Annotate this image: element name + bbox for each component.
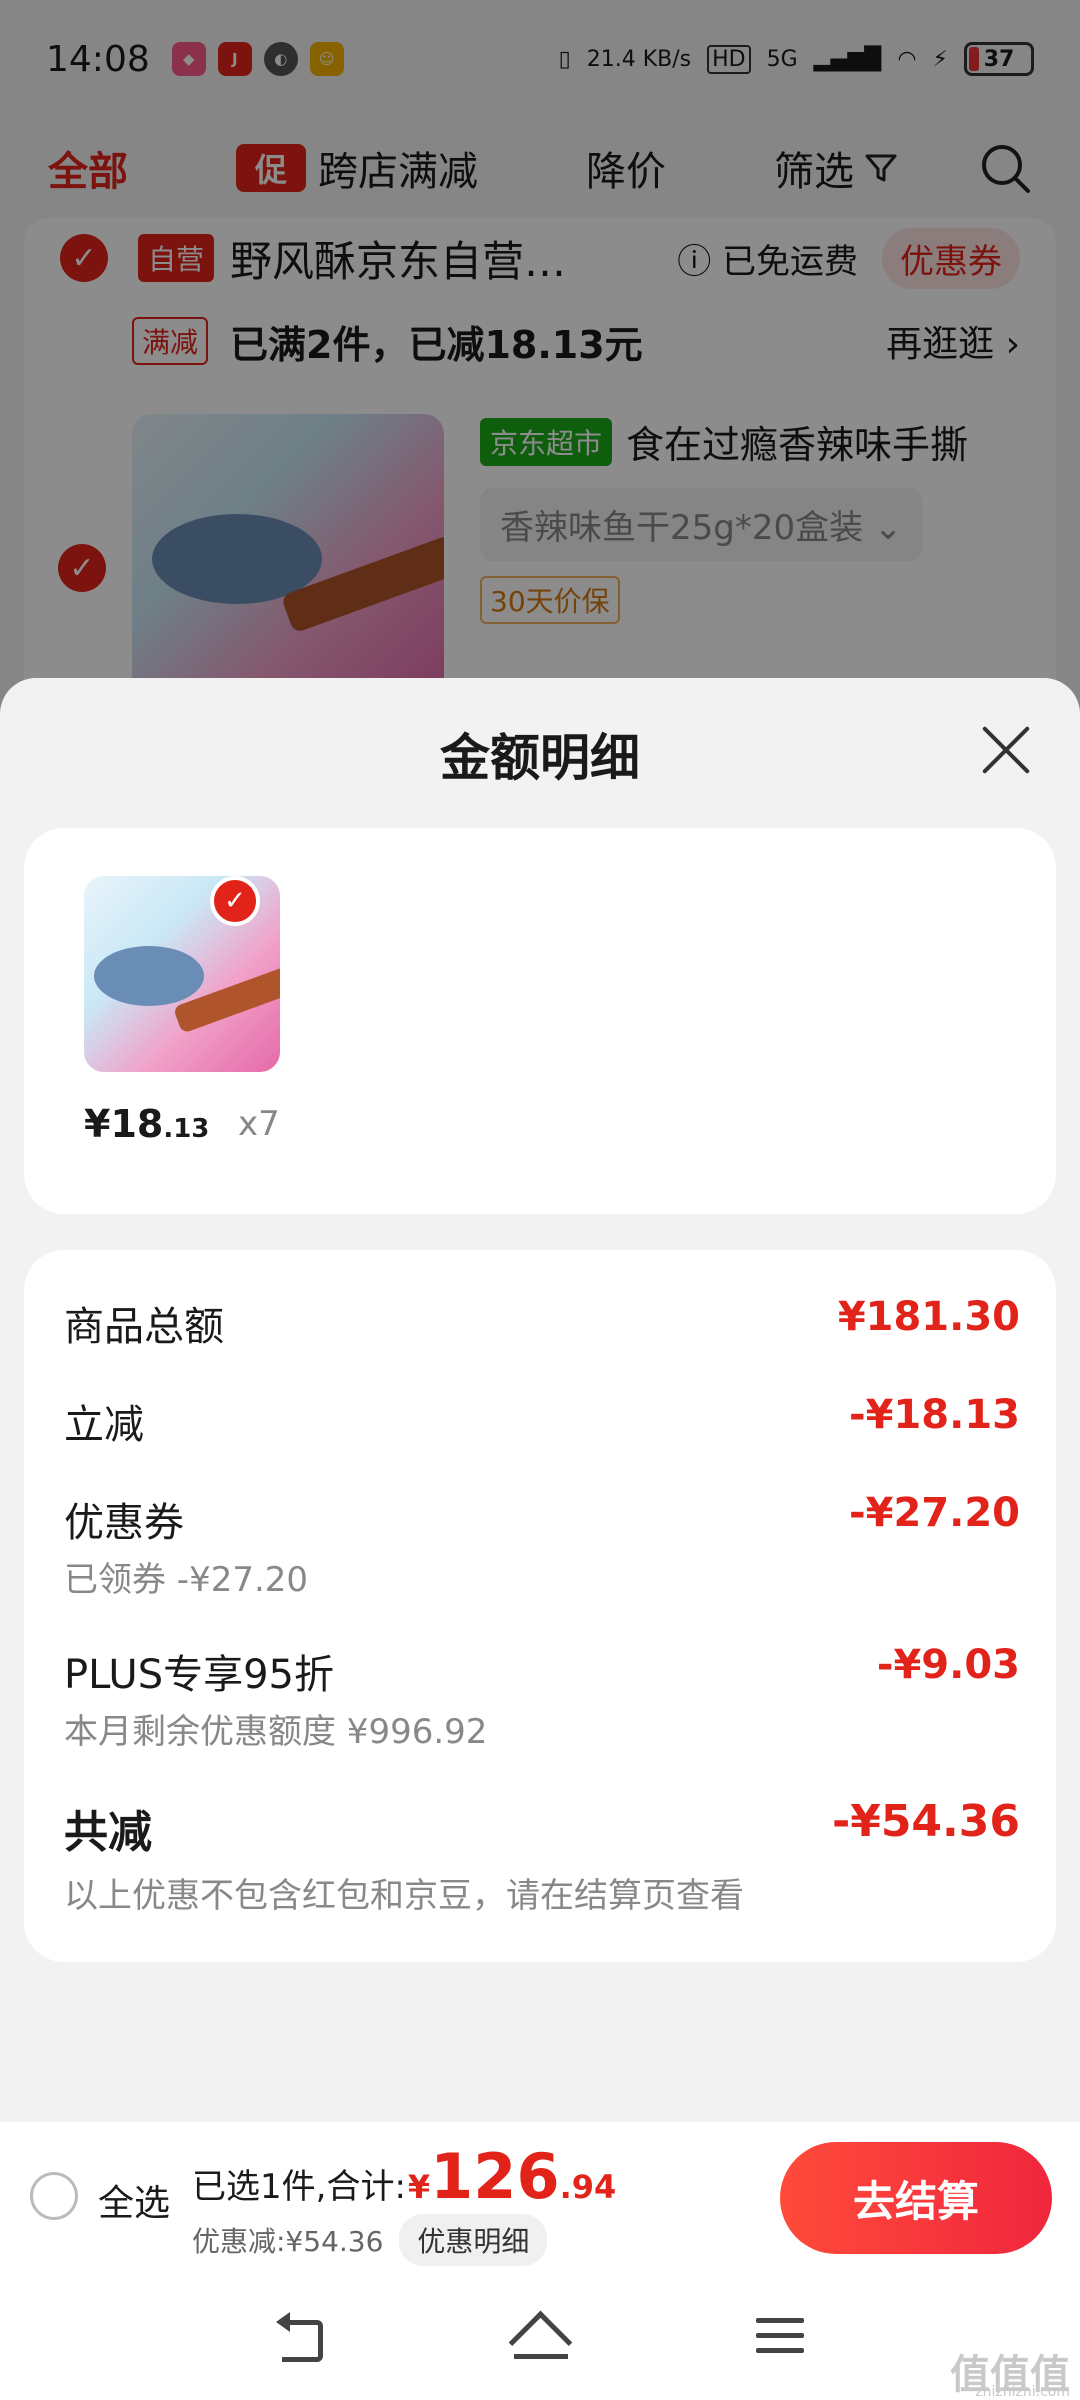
plus-row: PLUS专享95折 -¥9.03: [64, 1642, 1020, 1700]
goods-total-label: 商品总额: [64, 1304, 224, 1350]
coupon-value: -¥27.20: [849, 1490, 1020, 1536]
unit-price-main: ¥18: [84, 1102, 164, 1146]
plus-sub: 本月剩余优惠额度 ¥996.92: [64, 1712, 488, 1752]
selected-item-card: ✓ ¥18.13 x7: [24, 828, 1056, 1214]
total-cut-value: -¥54.36: [831, 1796, 1020, 1847]
menu-icon[interactable]: [750, 2306, 810, 2366]
goods-total-row: 商品总额 ¥181.30: [64, 1294, 1020, 1352]
check-icon: ✓: [210, 876, 260, 926]
goods-total-value: ¥181.30: [837, 1294, 1020, 1340]
total-cut-label: 共减: [64, 1807, 152, 1858]
coupon-label: 优惠券: [64, 1500, 184, 1546]
instant-cut-label: 立减: [64, 1402, 144, 1448]
instant-cut-row: 立减 -¥18.13: [64, 1392, 1020, 1450]
total-price-int: 126: [430, 2140, 560, 2213]
currency-symbol: ¥: [407, 2168, 431, 2206]
checkout-bar: 全选 已选1件,合计: ¥ 126 .94 优惠减:¥54.36 优惠明细 去结…: [0, 2122, 1080, 2272]
sheet-title: 金额明细: [440, 729, 640, 787]
item-quantity: x7: [238, 1104, 280, 1144]
close-icon[interactable]: [978, 722, 1034, 778]
checkout-button[interactable]: 去结算: [780, 2142, 1052, 2254]
amount-breakdown: 商品总额 ¥181.30 立减 -¥18.13 优惠券 -¥27.20 已领券 …: [24, 1250, 1056, 1962]
select-all-radio[interactable]: [30, 2172, 78, 2220]
amount-detail-sheet: 金额明细 ✓ ¥18.13 x7 商品总额 ¥181.30 立减 -¥18.13…: [0, 678, 1080, 2122]
watermark-url: zhizhizhi.com: [975, 2384, 1070, 2400]
total-cut-note: 以上优惠不包含红包和京豆，请在结算页查看: [64, 1876, 744, 1916]
back-icon[interactable]: [270, 2306, 330, 2366]
home-icon[interactable]: [510, 2306, 570, 2366]
coupon-row: 优惠券 -¥27.20: [64, 1490, 1020, 1548]
instant-cut-value: -¥18.13: [849, 1392, 1020, 1438]
total-cut-row: 共减 -¥54.36: [64, 1796, 1020, 1860]
coupon-sub: 已领券 -¥27.20: [64, 1560, 309, 1600]
system-nav-bar: [0, 2272, 1080, 2400]
plus-value: -¥9.03: [876, 1642, 1020, 1688]
discount-line: 优惠减:¥54.36 优惠明细: [192, 2214, 548, 2266]
total-summary: 已选1件,合计: ¥ 126 .94: [192, 2140, 616, 2213]
select-all-label[interactable]: 全选: [98, 2174, 170, 2226]
unit-price-decimal: .13: [163, 1114, 210, 1144]
unit-price: ¥18.13: [84, 1102, 209, 1146]
discount-text: 优惠减:¥54.36: [192, 2225, 384, 2258]
selected-count-text: 已选1件,合计:: [192, 2167, 406, 2207]
total-price-dec: .94: [559, 2168, 617, 2206]
plus-label: PLUS专享95折: [64, 1652, 334, 1698]
discount-detail-button[interactable]: 优惠明细: [399, 2214, 548, 2266]
